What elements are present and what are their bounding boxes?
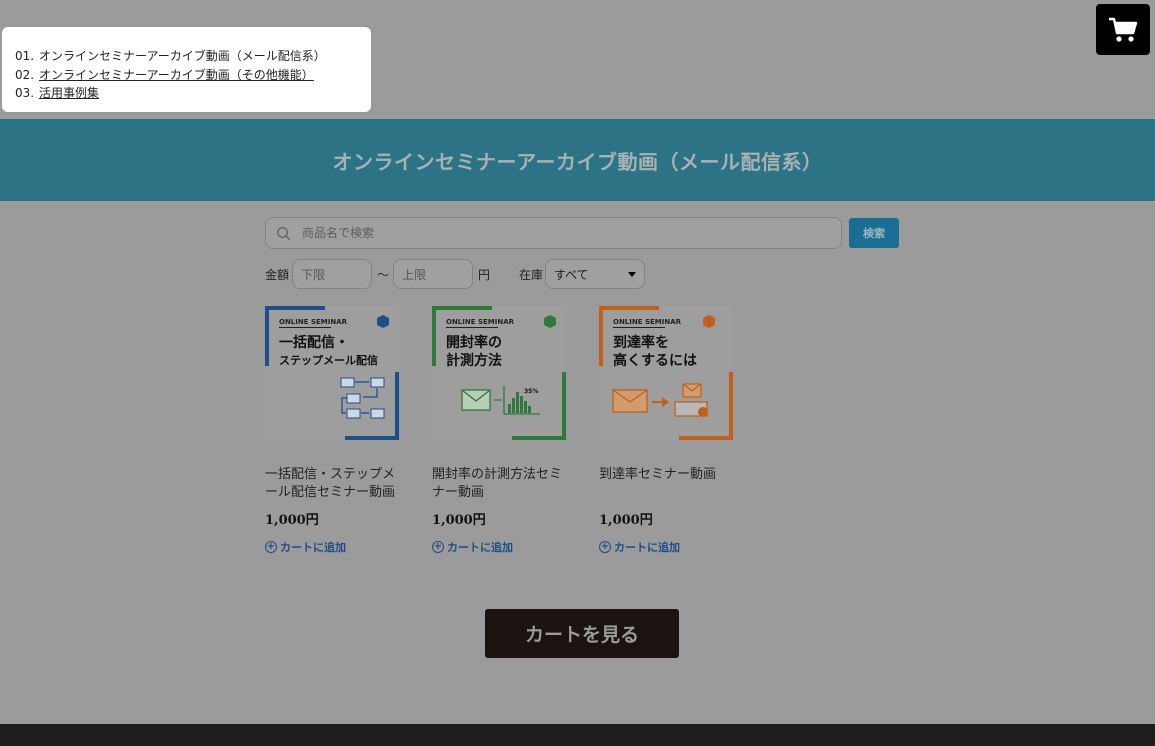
add-to-cart-label: カートに追加 [614, 541, 680, 554]
product-card: ONLINE SEMINAR 開封率の 計測方法 35% 開封率の計測方法セミナ… [432, 306, 582, 554]
thumbnail-title: 一括配信・ ステップメール配信 [279, 334, 378, 370]
add-to-cart-label: カートに追加 [280, 541, 346, 554]
thumbnail-title: 到達率を 高くするには [613, 334, 697, 370]
price-max-input[interactable]: 上限 [393, 259, 473, 289]
currency-unit: 円 [478, 268, 491, 282]
add-to-cart-link[interactable]: + カートに追加 [265, 539, 346, 555]
nav-item-1[interactable]: 01. オンラインセミナーアーカイブ動画（メール配信系） [15, 47, 371, 66]
nav-item-label[interactable]: オンラインセミナーアーカイブ動画（メール配信系） [39, 49, 326, 63]
plus-circle-icon: + [432, 541, 444, 553]
view-cart-button[interactable]: カートを見る [485, 609, 679, 658]
product-thumbnail[interactable]: ONLINE SEMINAR 到達率を 高くするには [599, 306, 733, 440]
nav-item-2[interactable]: 02. オンラインセミナーアーカイブ動画（その他機能） [15, 66, 371, 85]
thumbnail-title-line: 高くするには [613, 353, 697, 369]
cart-icon [1109, 17, 1138, 42]
product-price: 1,000円 [599, 513, 653, 528]
add-to-cart-label: カートに追加 [447, 541, 513, 554]
tag-underline [613, 327, 665, 328]
plus-circle-icon: + [599, 541, 611, 553]
footer [0, 724, 1155, 746]
nav-item-label[interactable]: オンラインセミナーアーカイブ動画（その他機能） [39, 68, 314, 82]
chevron-down-icon [628, 272, 636, 277]
nav-item-number: 01. [15, 49, 35, 63]
add-to-cart-link[interactable]: + カートに追加 [599, 539, 680, 555]
search-icon [276, 226, 291, 241]
add-to-cart-link[interactable]: + カートに追加 [432, 539, 513, 555]
category-banner: オンラインセミナーアーカイブ動画（メール配信系） [0, 119, 1155, 201]
thumbnail-tag: ONLINE SEMINAR [279, 318, 348, 326]
nav-item-3[interactable]: 03. 活用事例集 [15, 84, 371, 103]
range-separator: ～ [377, 268, 390, 282]
product-thumbnail[interactable]: ONLINE SEMINAR 一括配信・ ステップメール配信 [265, 306, 399, 440]
product-price: 1,000円 [432, 513, 486, 528]
product-card: ONLINE SEMINAR 一括配信・ ステップメール配信 一括配信・ステップ… [265, 306, 415, 554]
tag-underline [279, 327, 331, 328]
thumbnail-title: 開封率の 計測方法 [446, 334, 502, 370]
product-name[interactable]: 一括配信・ステップメール配信セミナー動画 [265, 466, 405, 502]
thumbnail-title-line: 到達率を [613, 335, 669, 351]
search-button[interactable]: 検索 [849, 218, 899, 248]
thumbnail-title-line: ステップメール配信 [279, 354, 378, 367]
product-price: 1,000円 [265, 513, 319, 528]
nav-item-number: 02. [15, 67, 35, 82]
product-card: ONLINE SEMINAR 到達率を 高くするには 到達率セミナー動画 1,0… [599, 306, 749, 554]
thumbnail-title-line: 開封率の [446, 335, 502, 351]
thumbnail-percent: 35% [524, 388, 539, 395]
category-dropdown-panel: 01. オンラインセミナーアーカイブ動画（メール配信系） 02. オンラインセミナー… [2, 27, 371, 112]
product-name[interactable]: 到達率セミナー動画 [599, 466, 739, 484]
nav-item-number: 03. [15, 86, 35, 100]
nav-item-label[interactable]: 活用事例集 [39, 86, 99, 100]
thumbnail-tag: ONLINE SEMINAR [446, 318, 515, 326]
price-label: 金額 [265, 268, 290, 282]
price-min-input[interactable]: 下限 [292, 259, 372, 289]
tag-underline [446, 327, 498, 328]
stock-label: 在庫 [519, 268, 544, 282]
search-input[interactable] [302, 223, 822, 243]
stock-select[interactable]: すべて [545, 259, 645, 289]
plus-circle-icon: + [265, 541, 277, 553]
cart-button[interactable] [1096, 4, 1150, 55]
product-thumbnail[interactable]: ONLINE SEMINAR 開封率の 計測方法 35% [432, 306, 566, 440]
product-name[interactable]: 開封率の計測方法セミナー動画 [432, 466, 572, 502]
thumbnail-title-line: 計測方法 [446, 353, 502, 369]
search-box [265, 217, 842, 249]
stock-select-value: すべて [554, 268, 589, 282]
thumbnail-tag: ONLINE SEMINAR [613, 318, 682, 326]
page-title: オンラインセミナーアーカイブ動画（メール配信系） [332, 149, 823, 174]
thumbnail-title-line: 一括配信・ [279, 335, 349, 351]
